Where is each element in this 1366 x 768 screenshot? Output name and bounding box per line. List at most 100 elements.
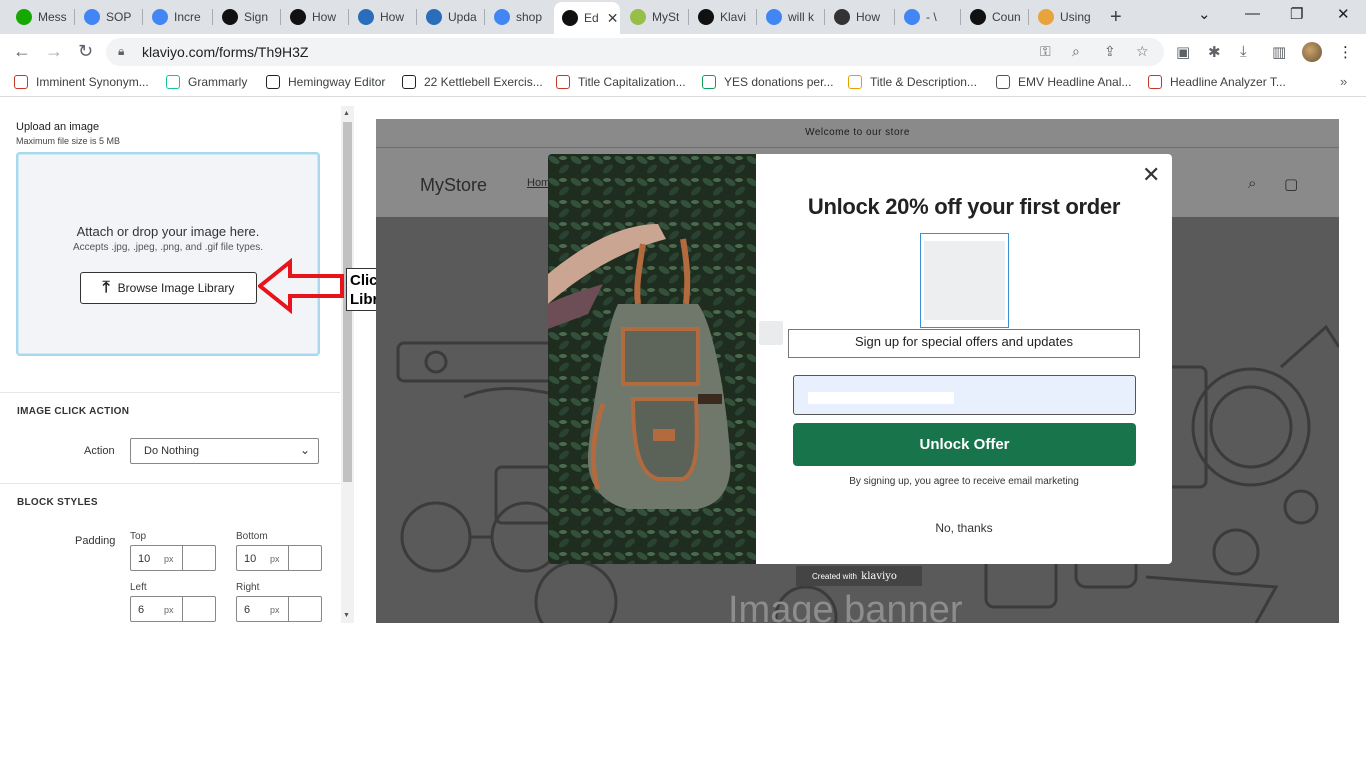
decline-link[interactable]: No, thanks [766,521,1162,535]
tab-search-icon[interactable]: ⌄ [1198,5,1211,23]
kettlebell-icon [402,75,416,89]
browser-tab[interactable]: MySt [622,4,688,30]
key-icon[interactable]: ⚿ [1040,43,1051,60]
bookmark-label: Headline Analyzer T... [1170,75,1286,89]
browser-tab[interactable]: Using [1030,4,1096,30]
close-icon[interactable]: ✕ [1142,162,1160,188]
tab-separator [756,9,757,25]
new-tab-icon[interactable]: + [1110,6,1122,29]
scroll-down-icon[interactable]: ▼ [343,612,350,619]
image-banner-text: Image banner [728,589,963,623]
restore-icon[interactable]: ❐ [1290,5,1303,23]
popup-subheading[interactable]: Sign up for special offers and updates [788,329,1140,358]
bookmark-item[interactable]: Grammarly [166,75,247,89]
bookmarks-more-icon[interactable]: » [1340,74,1347,89]
lock-icon[interactable]: 🔒︎ [118,44,124,59]
browser-tab[interactable]: Klavi [690,4,756,30]
tab-separator [142,9,143,25]
browser-tab[interactable]: Ed ✕ [554,2,620,34]
padding-left-value[interactable]: 6 [138,604,144,616]
flag-icon [834,9,850,25]
action-select[interactable]: Do Nothing ⌄ [130,438,319,464]
browse-button-label: Browse Image Library [117,281,235,295]
tab-separator [416,9,417,25]
tab-label: How [312,10,337,24]
menu-kebab-icon[interactable]: ⋮ [1338,43,1353,61]
browser-tab[interactable]: Upda [418,4,484,30]
tab-separator [894,9,895,25]
upload-icon: ⤒ [102,279,110,296]
image-block-placeholder[interactable] [920,233,1009,328]
address-bar[interactable]: 🔒︎ klaviyo.com/forms/Th9H3Z ⚿ ⌕ ⇪ ☆ [106,38,1164,66]
share-icon[interactable]: ⇪ [1104,43,1116,60]
cart-icon[interactable]: ▢ [1284,175,1298,193]
browser-tab[interactable]: shop [486,4,552,30]
divider [376,147,1339,148]
padding-bottom-input[interactable]: 10 px [236,545,322,571]
browser-tab[interactable]: How [826,4,894,30]
scroll-up-icon[interactable]: ▲ [343,110,350,117]
email-field[interactable] [793,375,1136,415]
google-icon [494,9,510,25]
puzzle-icon[interactable]: ✱ [1208,43,1221,61]
tab-separator [1028,9,1029,25]
minimize-icon[interactable]: — [1245,5,1260,22]
profile-avatar[interactable] [1302,42,1322,62]
download-icon[interactable]: ⤓ [1240,43,1247,60]
padding-top-input[interactable]: 10 px [130,545,216,571]
bookmark-item[interactable]: YES donations per... [702,75,833,89]
sidepanel-icon[interactable]: ▥ [1272,43,1286,61]
sheets-icon [702,75,716,89]
browser-tab[interactable]: Sign [214,4,280,30]
browser-toolbar: ← → ↻ 🔒︎ klaviyo.com/forms/Th9H3Z ⚿ ⌕ ⇪ … [0,34,1366,70]
image-placeholder [924,241,1005,320]
bookmark-item[interactable]: 22 Kettlebell Exercis... [402,75,543,89]
input-separator [182,546,183,570]
backpack-image[interactable] [548,154,756,564]
padding-right-input[interactable]: 6 px [236,596,322,622]
padding-right-label: Right [236,582,260,593]
close-tab-icon[interactable]: ✕ [607,10,619,27]
reload-icon[interactable]: ↻ [78,41,93,62]
bookmark-item[interactable]: Hemingway Editor [266,75,385,89]
tab-label: Mess [38,10,67,24]
browser-tab[interactable]: Coun [962,4,1028,30]
popup-headline[interactable]: Unlock 20% off your first order [766,194,1162,220]
image-dropzone[interactable]: Attach or drop your image here. Accepts … [16,152,320,356]
bookmark-item[interactable]: EMV Headline Anal... [996,75,1131,89]
counter-icon [970,9,986,25]
forward-arrow-icon[interactable]: → [45,41,63,62]
unlock-offer-button[interactable]: Unlock Offer [793,423,1136,466]
klaviyo-badge[interactable]: Created with klaviyo [796,566,922,586]
bookmark-item[interactable]: Headline Analyzer T... [1148,75,1286,89]
store-logo[interactable]: MyStore [420,175,487,196]
star-icon[interactable]: ☆ [1136,43,1149,60]
tab-label: Coun [992,10,1021,24]
search-icon[interactable]: ⌕ [1248,175,1256,192]
bookmark-label: YES donations per... [724,75,834,89]
browser-tab[interactable]: Mess [8,4,74,30]
bookmark-label: Hemingway Editor [288,75,386,89]
bookmark-item[interactable]: Title & Description... [848,75,977,89]
browser-tab[interactable]: will k [758,4,824,30]
bookmark-item[interactable]: Imminent Synonym... [14,75,149,89]
browser-tab[interactable]: How [350,4,416,30]
browser-tab[interactable]: - \ [896,4,960,30]
back-arrow-icon[interactable]: ← [13,41,31,62]
zoom-icon[interactable]: ⌕ [1072,43,1080,60]
browser-tab[interactable]: Incre [144,4,212,30]
padding-left-input[interactable]: 6 px [130,596,216,622]
url-text[interactable]: klaviyo.com/forms/Th9H3Z [142,44,308,60]
browse-image-library-button[interactable]: ⤒ Browse Image Library [80,272,257,304]
browser-tab[interactable]: SOP [76,4,142,30]
close-window-icon[interactable]: ✕ [1337,5,1350,23]
backpack-photo [548,154,756,564]
bookmark-item[interactable]: Title Capitalization... [556,75,686,89]
extension-m-icon[interactable]: ▣ [1176,43,1190,61]
panel-scrollbar[interactable]: ▲ ▼ [341,106,354,623]
padding-top-value[interactable]: 10 [138,553,150,565]
drag-handle[interactable] [759,321,783,345]
padding-bottom-value[interactable]: 10 [244,553,256,565]
padding-right-value[interactable]: 6 [244,604,250,616]
browser-tab[interactable]: How [282,4,348,30]
